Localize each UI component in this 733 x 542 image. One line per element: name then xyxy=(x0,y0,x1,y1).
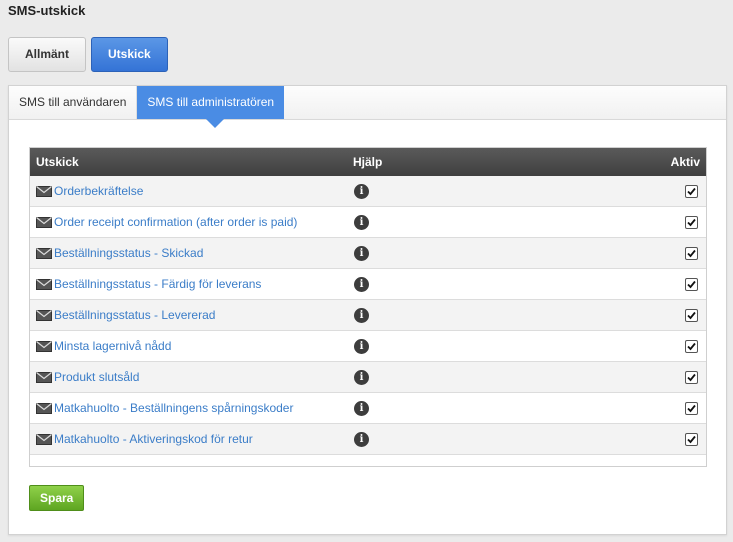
table-body: Orderbekräftelse i Order receipt confirmat… xyxy=(30,176,706,455)
row-link[interactable]: Produkt slutsåld xyxy=(54,370,139,384)
active-checkbox[interactable] xyxy=(685,185,698,198)
envelope-icon xyxy=(36,248,52,259)
info-icon[interactable]: i xyxy=(354,308,369,323)
row-link[interactable]: Minsta lagernivå nådd xyxy=(54,339,171,353)
table-row: Beställningsstatus - Färdig för leverans… xyxy=(30,269,706,300)
active-checkbox[interactable] xyxy=(685,247,698,260)
tab-utskick[interactable]: Utskick xyxy=(91,37,168,72)
info-icon[interactable]: i xyxy=(354,184,369,199)
info-icon[interactable]: i xyxy=(354,339,369,354)
active-checkbox[interactable] xyxy=(685,402,698,415)
checkmark-icon xyxy=(687,435,696,444)
top-tabs: Allmänt Utskick xyxy=(8,37,168,72)
active-checkbox[interactable] xyxy=(685,340,698,353)
column-header-utskick: Utskick xyxy=(36,155,79,169)
envelope-icon xyxy=(36,279,52,290)
table-row: Beställningsstatus - Skickad i xyxy=(30,238,706,269)
info-icon[interactable]: i xyxy=(354,277,369,292)
table-row: Beställningsstatus - Levererad i xyxy=(30,300,706,331)
column-header-active: Aktiv xyxy=(670,155,700,169)
info-icon[interactable]: i xyxy=(354,432,369,447)
checkmark-icon xyxy=(687,280,696,289)
envelope-icon xyxy=(36,403,52,414)
tab-sms-user[interactable]: SMS till användaren xyxy=(9,86,138,119)
sub-tabs: SMS till användaren SMS till administrat… xyxy=(9,86,726,128)
tab-allmant[interactable]: Allmänt xyxy=(8,37,87,72)
envelope-icon xyxy=(36,341,52,352)
info-icon[interactable]: i xyxy=(354,246,369,261)
envelope-icon xyxy=(36,186,52,197)
row-link[interactable]: Beställningsstatus - Färdig för leverans xyxy=(54,277,261,291)
table-row: Orderbekräftelse i xyxy=(30,176,706,207)
checkmark-icon xyxy=(687,311,696,320)
envelope-icon xyxy=(36,434,52,445)
active-checkbox[interactable] xyxy=(685,216,698,229)
table-row: Order receipt confirmation (after order … xyxy=(30,207,706,238)
row-link[interactable]: Orderbekräftelse xyxy=(54,184,143,198)
table-header: Utskick Hjälp Aktiv xyxy=(30,148,706,176)
info-icon[interactable]: i xyxy=(354,401,369,416)
checkmark-icon xyxy=(687,187,696,196)
active-checkbox[interactable] xyxy=(685,278,698,291)
row-link[interactable]: Matkahuolto - Aktiveringskod för retur xyxy=(54,432,253,446)
tab-sms-admin[interactable]: SMS till administratören xyxy=(137,86,285,128)
checkmark-icon xyxy=(687,373,696,382)
checkmark-icon xyxy=(687,218,696,227)
table-row: Matkahuolto - Beställningens spårningsko… xyxy=(30,393,706,424)
active-checkbox[interactable] xyxy=(685,309,698,322)
row-link[interactable]: Beställningsstatus - Levererad xyxy=(54,308,215,322)
save-button[interactable]: Spara xyxy=(29,485,85,511)
page-title: SMS-utskick xyxy=(8,3,86,18)
active-checkbox[interactable] xyxy=(685,433,698,446)
table-row: Matkahuolto - Aktiveringskod för retur i xyxy=(30,424,706,455)
table-row: Produkt slutsåld i xyxy=(30,362,706,393)
active-checkbox[interactable] xyxy=(685,371,698,384)
checkmark-icon xyxy=(687,249,696,258)
checkmark-icon xyxy=(687,342,696,351)
info-icon[interactable]: i xyxy=(354,215,369,230)
info-icon[interactable]: i xyxy=(354,370,369,385)
column-header-help: Hjälp xyxy=(353,155,383,169)
checkmark-icon xyxy=(687,404,696,413)
envelope-icon xyxy=(36,217,52,228)
sms-table: Utskick Hjälp Aktiv Orderbekräftelse i Ord… xyxy=(29,147,707,467)
row-link[interactable]: Matkahuolto - Beställningens spårningsko… xyxy=(54,401,293,415)
row-link[interactable]: Order receipt confirmation (after order … xyxy=(54,215,297,229)
content-panel: SMS till användaren SMS till administrat… xyxy=(8,85,727,535)
envelope-icon xyxy=(36,310,52,321)
table-row: Minsta lagernivå nådd i xyxy=(30,331,706,362)
envelope-icon xyxy=(36,372,52,383)
row-link[interactable]: Beställningsstatus - Skickad xyxy=(54,246,203,260)
